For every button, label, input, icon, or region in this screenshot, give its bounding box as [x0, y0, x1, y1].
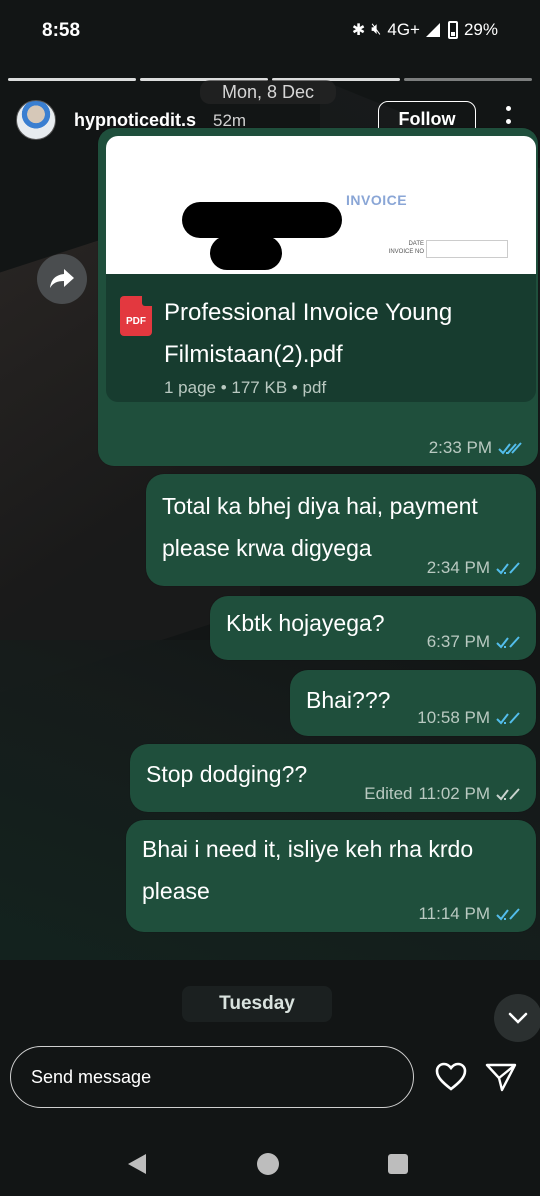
- double-check-icon: [496, 908, 520, 921]
- status-time: 8:58: [42, 20, 81, 41]
- double-check-icon: [496, 562, 520, 575]
- message-text: Stop dodging??: [146, 761, 308, 787]
- message-composer[interactable]: [10, 1046, 414, 1108]
- day-divider: Tuesday: [182, 986, 332, 1022]
- document-name: Professional Invoice Young Filmistaan(2)…: [164, 299, 453, 368]
- message-time: 6:37 PM: [426, 632, 490, 651]
- message-time: 11:02 PM: [418, 784, 490, 803]
- message-text: Kbtk hojayega?: [226, 610, 385, 636]
- avatar[interactable]: [16, 100, 56, 140]
- date-label: Mon, 8 Dec: [200, 80, 336, 104]
- redaction-mark: [182, 202, 342, 238]
- message-time: 11:14 PM: [418, 904, 490, 923]
- message-bubble[interactable]: Bhai??? 10:58 PM: [290, 670, 536, 736]
- document-message[interactable]: INVOICE DATE INVOICE NO PDF Professional …: [98, 128, 538, 466]
- status-icons: ✱ 🔇︎ 4G+ 29%: [352, 20, 498, 40]
- progress-segment: [8, 78, 136, 81]
- recents-nav-icon[interactable]: [388, 1154, 408, 1174]
- double-check-icon: [496, 636, 520, 649]
- battery-label: 29%: [463, 20, 498, 39]
- back-nav-icon[interactable]: [128, 1154, 146, 1174]
- document-preview[interactable]: INVOICE DATE INVOICE NO: [106, 136, 536, 274]
- message-meta: 2:34 PM: [427, 558, 520, 578]
- message-time: 2:33 PM: [428, 438, 492, 457]
- message-meta: 2:33 PM: [429, 438, 522, 458]
- message-text: Bhai???: [306, 687, 391, 713]
- invoice-field-labels: DATE INVOICE NO: [388, 241, 424, 255]
- redaction-mark: [210, 236, 282, 270]
- signal-icon: [425, 23, 440, 37]
- message-text: Bhai i need it, isliye keh rha krdo plea…: [142, 836, 474, 904]
- bluetooth-icon: ✱: [351, 22, 366, 39]
- network-label: 4G+: [387, 20, 420, 39]
- chevron-down-icon: [508, 1012, 528, 1024]
- invoice-title: INVOICE: [346, 192, 408, 208]
- progress-segment: [404, 78, 532, 81]
- battery-icon: [447, 21, 458, 39]
- invoice-field-box: [426, 240, 508, 258]
- message-text: Total ka bhej diya hai, payment please k…: [162, 493, 478, 561]
- message-bubble[interactable]: Kbtk hojayega? 6:37 PM: [210, 596, 536, 660]
- heart-icon[interactable]: [434, 1060, 468, 1094]
- document-details: PDF Professional Invoice Young Filmistaa…: [106, 274, 536, 402]
- message-meta: 10:58 PM: [417, 708, 520, 728]
- double-check-icon: [496, 788, 520, 801]
- message-time: 2:34 PM: [426, 558, 490, 577]
- message-bubble[interactable]: Stop dodging?? Edited 11:02 PM: [130, 744, 536, 812]
- message-time: 10:58 PM: [417, 708, 490, 727]
- pdf-file-icon: PDF: [120, 296, 152, 336]
- status-bar: 8:58 ✱ 🔇︎ 4G+ 29%: [0, 0, 540, 64]
- double-check-icon: [498, 442, 522, 455]
- message-meta: 6:37 PM: [427, 632, 520, 652]
- scroll-down-button[interactable]: [494, 994, 540, 1042]
- home-nav-icon[interactable]: [257, 1153, 279, 1175]
- edited-label: Edited: [364, 784, 413, 803]
- share-icon[interactable]: [37, 254, 87, 304]
- message-bubble[interactable]: Bhai i need it, isliye keh rha krdo plea…: [126, 820, 536, 932]
- document-meta: 1 page • 177 KB • pdf: [164, 378, 327, 397]
- message-meta: 11:14 PM: [418, 904, 520, 924]
- message-meta: Edited 11:02 PM: [364, 784, 520, 804]
- message-input[interactable]: [31, 1062, 391, 1092]
- send-icon[interactable]: [484, 1060, 518, 1094]
- mute-icon: 🔇︎: [371, 21, 382, 38]
- double-check-icon: [496, 712, 520, 725]
- message-bubble[interactable]: Total ka bhej diya hai, payment please k…: [146, 474, 536, 586]
